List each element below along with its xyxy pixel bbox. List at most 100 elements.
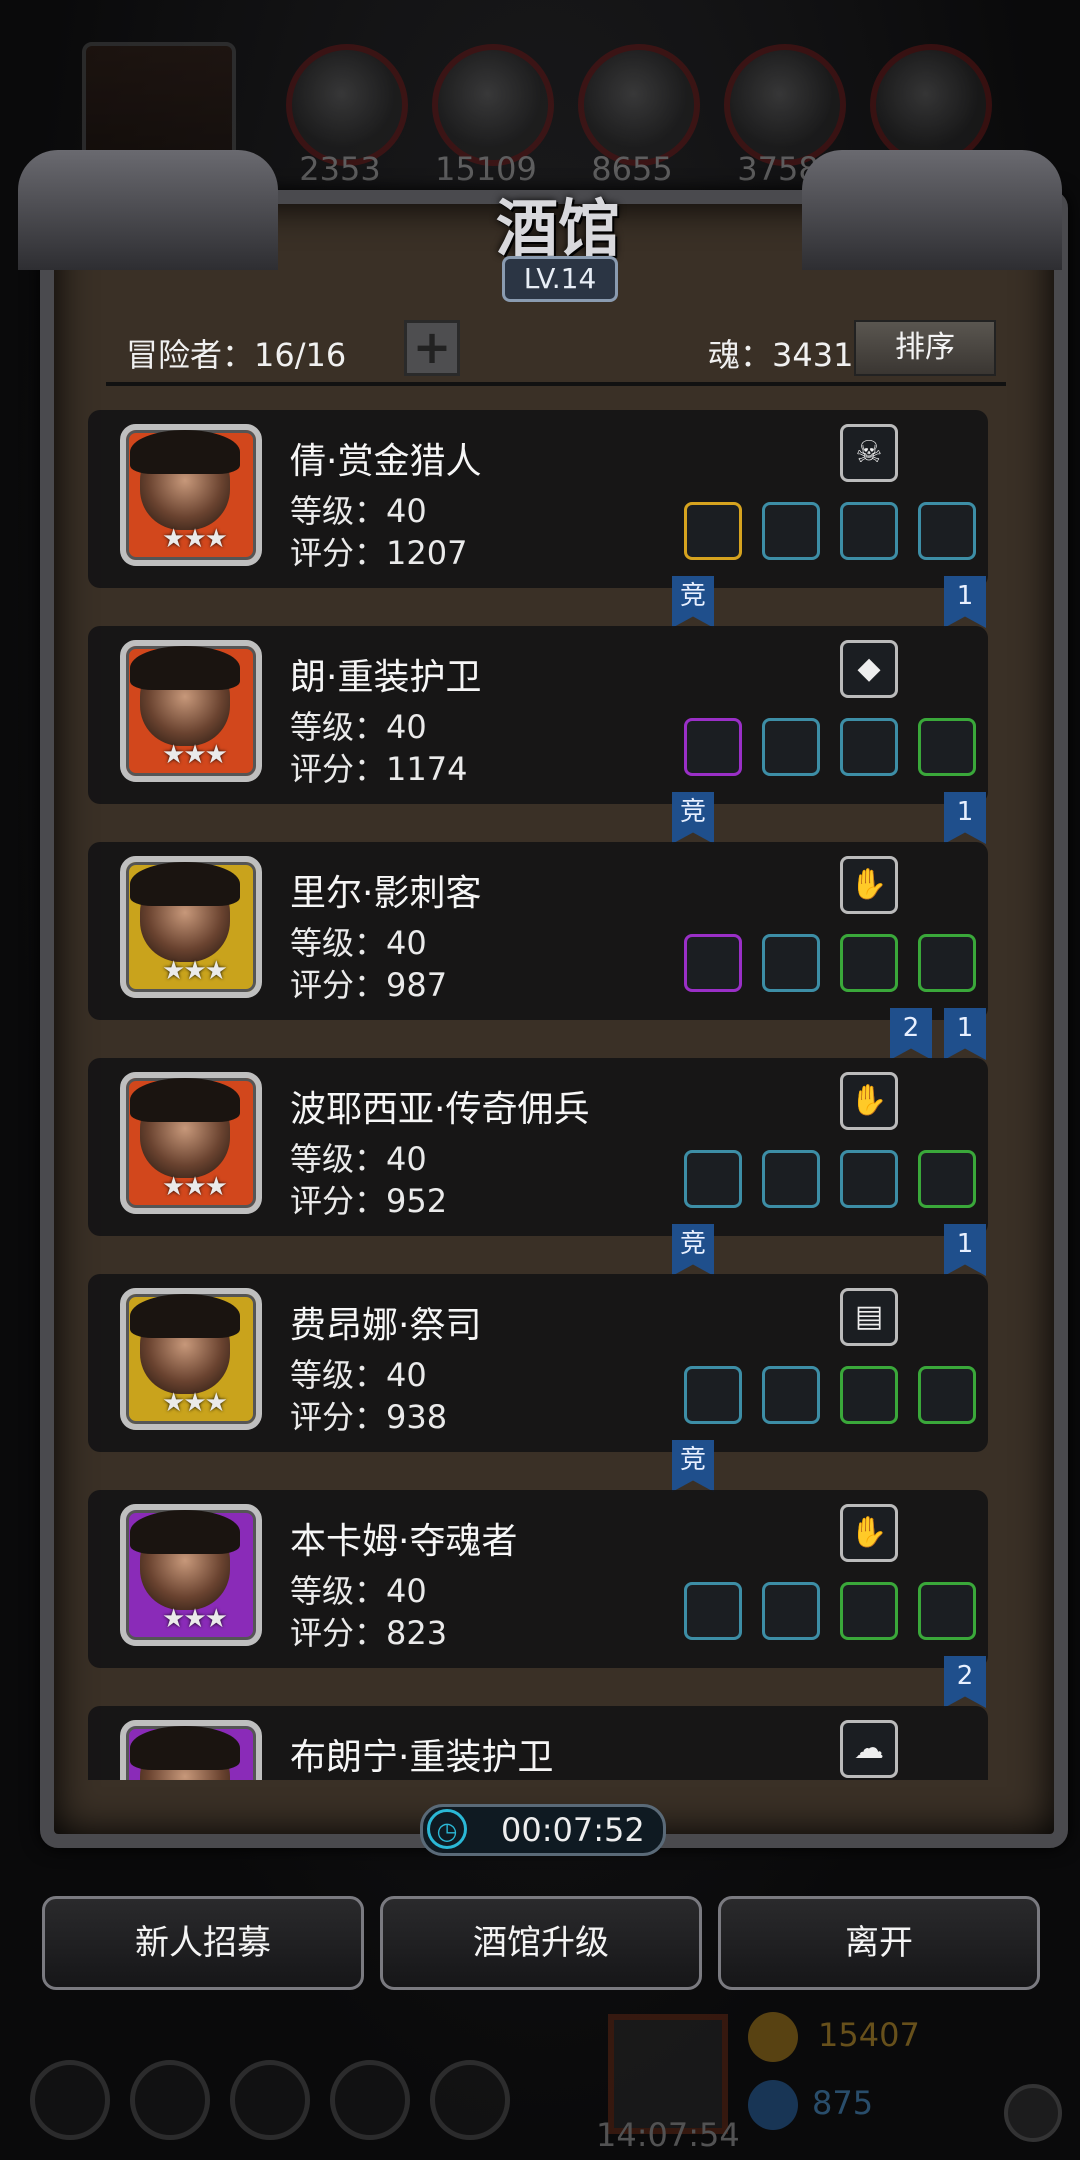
crystal-resource-icon[interactable] xyxy=(724,44,846,166)
upgrade-tavern-button[interactable]: 酒馆升级 xyxy=(380,1896,702,1990)
leave-button[interactable]: 离开 xyxy=(718,1896,1040,1990)
count-badge: 1 xyxy=(944,792,986,844)
wood-resource-icon[interactable] xyxy=(432,44,554,166)
equipment-slot[interactable] xyxy=(684,934,742,992)
rank-icon[interactable] xyxy=(130,2060,210,2140)
hero-score: 评分：987 xyxy=(290,966,448,1004)
hero-portrait[interactable]: ★★★ xyxy=(120,1288,262,1430)
equipment-slot[interactable] xyxy=(918,1582,976,1640)
hero-headwear xyxy=(130,1726,240,1770)
hero-card[interactable]: ★★★ 波耶西亚·传奇佣兵 等级：40 评分：952 ✋ xyxy=(88,1058,988,1236)
hero-headwear xyxy=(130,1510,240,1554)
hero-level: 等级：40 xyxy=(290,1356,427,1394)
guild-icon[interactable] xyxy=(230,2060,310,2140)
equipment-slot[interactable] xyxy=(684,718,742,776)
stone-resource-icon[interactable] xyxy=(870,44,992,166)
fur-icon[interactable]: ☁ xyxy=(840,1720,898,1778)
hero-portrait[interactable]: ★★★ xyxy=(120,424,262,566)
settings-icon[interactable] xyxy=(30,2060,110,2140)
gold-coin-icon xyxy=(748,2012,798,2062)
hero-portrait[interactable]: ★★★ xyxy=(120,1720,262,1780)
hero-headwear xyxy=(130,646,240,690)
arena-badge: 竞 xyxy=(672,792,714,844)
hero-card[interactable]: ★★★ 布朗宁·重装护卫 等级 ☁ xyxy=(88,1706,988,1780)
hero-score: 评分：823 xyxy=(290,1614,448,1652)
hero-score: 评分：952 xyxy=(290,1182,448,1220)
arena-badge: 竞 xyxy=(672,1224,714,1276)
star-rating: ★★★ xyxy=(162,1604,228,1634)
left-ornament xyxy=(18,150,278,270)
equipment-slot[interactable] xyxy=(762,718,820,776)
equipment-slot[interactable] xyxy=(840,1582,898,1640)
clock-icon: ◷ xyxy=(427,1809,467,1849)
equipment-slot[interactable] xyxy=(684,1150,742,1208)
food-resource-icon[interactable] xyxy=(286,44,408,166)
hero-name: 布朗宁·重装护卫 xyxy=(290,1737,554,1778)
equipment-slot[interactable] xyxy=(840,502,898,560)
hero-portrait[interactable]: ★★★ xyxy=(120,856,262,998)
mail-icon[interactable] xyxy=(330,2060,410,2140)
hero-card[interactable]: ★★★ 费昂娜·祭司 等级：40 评分：938 ▤ xyxy=(88,1274,988,1452)
equipment-slot[interactable] xyxy=(840,718,898,776)
crystal-icon[interactable]: ◆ xyxy=(840,640,898,698)
hero-portrait[interactable]: ★★★ xyxy=(120,1504,262,1646)
equipment-slot[interactable] xyxy=(684,502,742,560)
equipment-slot[interactable] xyxy=(762,1150,820,1208)
hero-score: 评分：938 xyxy=(290,1398,448,1436)
iron-resource-icon[interactable] xyxy=(578,44,700,166)
hero-portrait[interactable]: ★★★ xyxy=(120,1072,262,1214)
hero-name: 费昂娜·祭司 xyxy=(290,1305,482,1346)
equipment-slot[interactable] xyxy=(840,934,898,992)
equipment-slot[interactable] xyxy=(684,1582,742,1640)
hero-portrait[interactable]: ★★★ xyxy=(120,640,262,782)
glove-icon[interactable]: ✋ xyxy=(840,1072,898,1130)
equipment-slot[interactable] xyxy=(684,1366,742,1424)
equipment-slot[interactable] xyxy=(918,502,976,560)
glove-icon[interactable]: ✋ xyxy=(840,1504,898,1562)
hero-level: 等级：40 xyxy=(290,1572,427,1610)
count-badge: 2 xyxy=(890,1008,932,1060)
mask-icon[interactable]: ☠ xyxy=(840,424,898,482)
gem-value: 875 xyxy=(812,2084,874,2122)
count-badge: 1 xyxy=(944,1224,986,1276)
book-icon[interactable]: ▤ xyxy=(840,1288,898,1346)
hero-score: 评分：1174 xyxy=(290,750,468,788)
tavern-panel: 酒馆 LV.14 冒险者：16/16 + 魂：3431 排序 ★★★ 倩·赏金猎… xyxy=(18,150,1068,1850)
hero-headwear xyxy=(130,1294,240,1338)
hero-name: 朗·重装护卫 xyxy=(290,657,482,698)
hero-score: 评分：1207 xyxy=(290,534,468,572)
hero-card[interactable]: ★★★ 里尔·影刺客 等级：40 评分：987 ✋ xyxy=(88,842,988,1020)
hero-list[interactable]: ★★★ 倩·赏金猎人 等级：40 评分：1207 ☠ 竞 1 ★★★ 朗·重装护卫 … xyxy=(88,400,988,1780)
equipment-slot[interactable] xyxy=(918,1150,976,1208)
hero-name: 里尔·影刺客 xyxy=(290,873,482,914)
equipment-slot[interactable] xyxy=(840,1150,898,1208)
hero-card[interactable]: ★★★ 朗·重装护卫 等级：40 评分：1174 ◆ xyxy=(88,626,988,804)
hero-name: 本卡姆·夺魂者 xyxy=(290,1521,518,1562)
equipment-slot[interactable] xyxy=(762,502,820,560)
hero-card[interactable]: ★★★ 本卡姆·夺魂者 等级：40 评分：823 ✋ xyxy=(88,1490,988,1668)
star-rating: ★★★ xyxy=(162,1172,228,1202)
tavern-level-badge: LV.14 xyxy=(502,256,618,302)
equipment-slot[interactable] xyxy=(918,934,976,992)
quest-icon[interactable] xyxy=(430,2060,510,2140)
hero-name: 波耶西亚·传奇佣兵 xyxy=(290,1089,590,1130)
equipment-slot[interactable] xyxy=(762,934,820,992)
equipment-slot[interactable] xyxy=(840,1366,898,1424)
count-badge: 2 xyxy=(944,1656,986,1708)
sort-button[interactable]: 排序 xyxy=(854,320,996,376)
equipment-slot[interactable] xyxy=(918,1366,976,1424)
count-badge: 1 xyxy=(944,1008,986,1060)
add-slot-button[interactable]: + xyxy=(404,320,460,376)
hero-level: 等级：40 xyxy=(290,708,427,746)
hero-card[interactable]: ★★★ 倩·赏金猎人 等级：40 评分：1207 ☠ xyxy=(88,410,988,588)
equipment-slot[interactable] xyxy=(762,1582,820,1640)
soul-count: 魂：3431 xyxy=(708,336,854,374)
equipment-slot[interactable] xyxy=(762,1366,820,1424)
gift-timer: 14:07:54 xyxy=(596,2116,740,2154)
equipment-slot[interactable] xyxy=(918,718,976,776)
count-badge: 1 xyxy=(944,576,986,628)
bottom-dock: 14:07:54 15407 875 xyxy=(0,2000,1080,2160)
add-currency-icon[interactable] xyxy=(1004,2084,1062,2142)
recruit-button[interactable]: 新人招募 xyxy=(42,1896,364,1990)
glove-icon[interactable]: ✋ xyxy=(840,856,898,914)
